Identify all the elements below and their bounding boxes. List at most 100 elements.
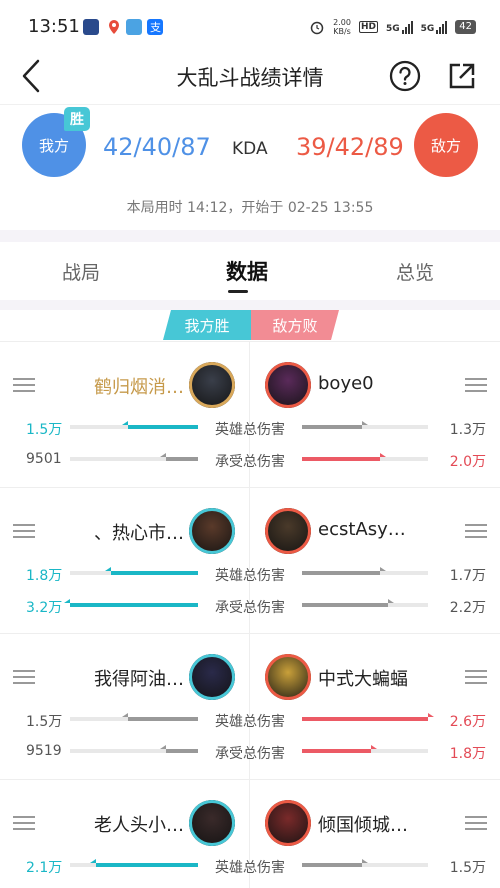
player-row: 我得阿油… 中式大蝙蝠 1.5万 英雄总伤害 2.6万 9519 承受总伤害 1… xyxy=(0,633,500,779)
drag-handle-icon[interactable] xyxy=(465,670,487,684)
player-list: 鹤归烟消… boye0 1.5万 英雄总伤害 1.3万 9501 承受总伤害 2… xyxy=(0,341,500,888)
left-damage-bar xyxy=(70,859,198,867)
result-banner: 我方胜 敌方败 xyxy=(163,310,339,340)
net-speed: 2.00 KB/s xyxy=(333,18,351,36)
svg-text:支: 支 xyxy=(150,21,161,34)
stat-line-taken: 9519 承受总伤害 1.8万 xyxy=(0,741,500,763)
left-taken-bar xyxy=(64,599,198,607)
right-damage-value: 1.3万 xyxy=(449,422,486,438)
help-button[interactable] xyxy=(389,60,421,92)
left-taken-bar xyxy=(70,745,198,753)
alarm-clock-icon xyxy=(310,21,324,35)
win-badge: 胜 xyxy=(64,107,90,131)
kda-label: KDA xyxy=(232,139,268,159)
right-taken-value: 1.8万 xyxy=(449,746,486,762)
right-player-avatar[interactable] xyxy=(265,654,311,700)
status-time: 13:51 xyxy=(28,16,80,37)
signal-5g-1: 5G xyxy=(386,20,413,34)
stat-line-damage: 1.5万 英雄总伤害 1.3万 xyxy=(0,417,500,439)
right-player-name[interactable]: boye0 xyxy=(318,373,374,394)
drag-handle-icon[interactable] xyxy=(465,816,487,830)
right-damage-bar xyxy=(302,567,428,575)
left-damage-value: 1.5万 xyxy=(26,422,63,438)
left-taken-bar-fill xyxy=(64,599,198,607)
right-taken-bar xyxy=(302,745,428,753)
taken-label: 承受总伤害 xyxy=(215,454,285,470)
right-player-avatar[interactable] xyxy=(265,800,311,846)
right-taken-bar xyxy=(302,599,428,607)
stat-line-taken: 3.2万 承受总伤害 2.2万 xyxy=(0,595,500,617)
map-pin-icon xyxy=(106,19,122,35)
alipay-icon: 支 xyxy=(147,19,163,35)
enemy-kda: 39/42/89 xyxy=(296,133,404,161)
drag-handle-icon[interactable] xyxy=(13,524,35,538)
question-circle-icon xyxy=(389,60,421,92)
header: 大乱斗战绩详情 xyxy=(0,52,500,102)
right-damage-bar-fill xyxy=(302,713,434,721)
left-damage-bar xyxy=(70,713,198,721)
player-row: 老人头小… 倾国倾城… 2.1万 英雄总伤害 1.5万 xyxy=(0,779,500,888)
left-player-name[interactable]: 鹤归烟消… xyxy=(94,373,184,399)
left-player-name[interactable]: 我得阿油… xyxy=(94,665,184,691)
right-taken-bar-fill xyxy=(302,453,386,461)
battery-indicator: 42 xyxy=(455,20,476,34)
taken-label: 承受总伤害 xyxy=(215,746,285,762)
left-damage-bar-fill xyxy=(122,713,198,721)
divider xyxy=(0,300,500,310)
left-taken-bar-fill xyxy=(160,745,198,753)
left-player-avatar[interactable] xyxy=(189,362,235,408)
tab-overview[interactable]: 总览 xyxy=(396,258,434,285)
drag-handle-icon[interactable] xyxy=(465,524,487,538)
enemy-team-badge: 敌方 xyxy=(414,113,478,177)
app-notification-icon xyxy=(83,19,99,35)
right-player-name[interactable]: 倾国倾城… xyxy=(318,811,408,837)
left-player-name[interactable]: 老人头小… xyxy=(94,811,184,837)
right-player-name[interactable]: 中式大蝙蝠 xyxy=(318,665,408,691)
left-player-avatar[interactable] xyxy=(189,508,235,554)
enemy-result: 敌方败 xyxy=(251,310,339,340)
share-button[interactable] xyxy=(446,60,478,92)
active-tab-indicator xyxy=(228,290,248,293)
right-damage-bar-fill xyxy=(302,859,368,867)
right-player-avatar[interactable] xyxy=(265,362,311,408)
right-taken-value: 2.2万 xyxy=(449,600,486,616)
our-kda: 42/40/87 xyxy=(103,133,211,161)
tab-battle[interactable]: 战局 xyxy=(62,258,100,285)
share-external-icon xyxy=(449,63,475,89)
damage-label: 英雄总伤害 xyxy=(215,860,285,876)
left-player-avatar[interactable] xyxy=(189,654,235,700)
left-damage-value: 1.8万 xyxy=(26,568,63,584)
drag-handle-icon[interactable] xyxy=(465,378,487,392)
left-damage-bar xyxy=(70,421,198,429)
tab-data[interactable]: 数据 xyxy=(226,256,268,286)
drag-handle-icon[interactable] xyxy=(13,816,35,830)
damage-label: 英雄总伤害 xyxy=(215,422,285,438)
right-damage-bar-fill xyxy=(302,567,386,575)
chat-app-icon xyxy=(126,19,142,35)
left-taken-value: 9501 xyxy=(26,451,62,467)
divider xyxy=(0,230,500,242)
damage-label: 英雄总伤害 xyxy=(215,568,285,584)
hd-badge: HD xyxy=(358,21,378,33)
right-player-name[interactable]: ecstAsy… xyxy=(318,519,406,540)
status-indicators: 2.00 KB/s HD 5G 5G 42 xyxy=(309,18,476,36)
left-player-avatar[interactable] xyxy=(189,800,235,846)
stat-line-damage: 2.1万 英雄总伤害 1.5万 xyxy=(0,855,500,877)
left-taken-bar-fill xyxy=(160,453,198,461)
score-panel: 我方 胜 42/40/87 KDA 39/42/89 敌方 本局用时 14:12… xyxy=(0,104,500,230)
status-bar: 13:51 支 2.00 KB/s HD 5G 5G 42 xyxy=(0,0,500,52)
right-damage-value: 1.5万 xyxy=(449,860,486,876)
drag-handle-icon[interactable] xyxy=(13,378,35,392)
drag-handle-icon[interactable] xyxy=(13,670,35,684)
right-damage-bar-fill xyxy=(302,421,368,429)
right-player-avatar[interactable] xyxy=(265,508,311,554)
damage-label: 英雄总伤害 xyxy=(215,714,285,730)
left-damage-bar-fill xyxy=(122,421,198,429)
left-player-name[interactable]: 、热心市… xyxy=(94,519,184,545)
stat-line-taken: 9501 承受总伤害 2.0万 xyxy=(0,449,500,471)
left-taken-value: 3.2万 xyxy=(26,600,63,616)
page-title: 大乱斗战绩详情 xyxy=(176,66,324,90)
match-time-info: 本局用时 14:12，开始于 02-25 13:55 xyxy=(126,200,374,216)
right-damage-bar xyxy=(302,421,428,429)
right-taken-value: 2.0万 xyxy=(449,454,486,470)
